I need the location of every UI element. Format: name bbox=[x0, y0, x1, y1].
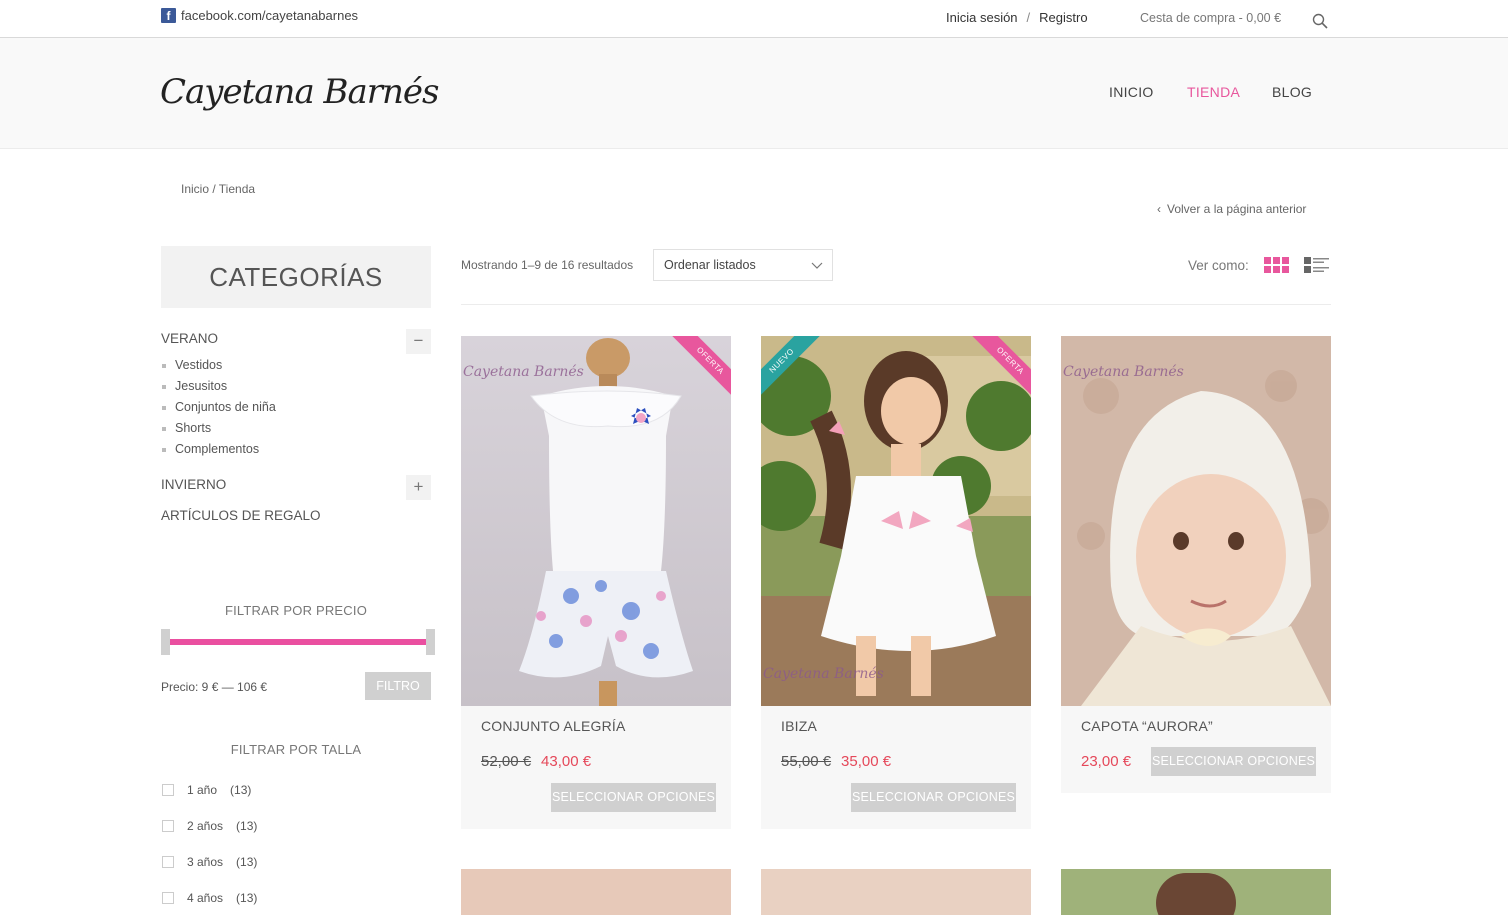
product-prices: 23,00 € bbox=[1081, 753, 1131, 770]
nav-inicio[interactable]: INICIO bbox=[1109, 84, 1154, 100]
top-bar: f facebook.com/cayetanabarnes Inicia ses… bbox=[0, 0, 1508, 38]
price-filter-title: FILTRAR POR PRECIO bbox=[224, 603, 368, 618]
back-link[interactable]: ‹ Volver a la página anterior bbox=[1157, 202, 1306, 216]
product-name[interactable]: IBIZA bbox=[781, 718, 817, 734]
site-logo[interactable]: Cayetana Barnés bbox=[160, 52, 439, 136]
logo-text: Cayetana Barnés bbox=[160, 72, 439, 112]
breadcrumb[interactable]: Inicio / Tienda bbox=[181, 182, 255, 196]
sale-price: 43,00 € bbox=[541, 753, 592, 770]
size-label: 2 años bbox=[187, 819, 224, 833]
subcategory-conjuntos[interactable]: Conjuntos de niña bbox=[162, 400, 276, 414]
checkbox[interactable] bbox=[162, 892, 174, 904]
watermark: Cayetana Barnés bbox=[763, 666, 884, 682]
select-options-button[interactable]: SELECCIONAR OPCIONES bbox=[551, 783, 716, 812]
price-range-label: Precio: 9 € — 106 € bbox=[161, 680, 268, 694]
subcategory-shorts[interactable]: Shorts bbox=[161, 421, 211, 435]
back-link-label: Volver a la página anterior bbox=[1167, 202, 1307, 216]
size-option[interactable]: 2 años (13) bbox=[162, 819, 257, 833]
register-link[interactable]: Registro bbox=[1039, 10, 1087, 25]
filter-button[interactable]: FILTRO bbox=[365, 672, 431, 700]
checkbox[interactable] bbox=[162, 820, 174, 832]
product-name[interactable]: CONJUNTO ALEGRÍA bbox=[481, 718, 626, 734]
select-options-button[interactable]: SELECCIONAR OPCIONES bbox=[1151, 747, 1316, 776]
product-image[interactable]: Cayetana Barnés OFERTA bbox=[461, 336, 731, 706]
size-count: (13) bbox=[236, 819, 258, 833]
categories-title: CATEGORÍAS bbox=[161, 246, 431, 308]
product-photo bbox=[1061, 336, 1331, 706]
site-header: Cayetana Barnés INICIO TIENDA BLOG bbox=[0, 38, 1508, 149]
product-card[interactable] bbox=[761, 869, 1031, 915]
price-slider-min-handle[interactable] bbox=[161, 629, 170, 655]
expand-icon[interactable]: + bbox=[406, 475, 431, 500]
product-name[interactable]: CAPOTA “AURORA” bbox=[1081, 718, 1213, 734]
category-regalo[interactable]: ARTÍCULOS DE REGALO bbox=[161, 508, 321, 523]
product-prices: 55,00 € 35,00 € bbox=[781, 753, 891, 770]
facebook-icon: f bbox=[161, 8, 176, 23]
watermark: Cayetana Barnés bbox=[463, 364, 584, 380]
nav-blog[interactable]: BLOG bbox=[1272, 84, 1312, 100]
size-count: (13) bbox=[236, 855, 258, 869]
old-price: 52,00 € bbox=[481, 753, 532, 770]
size-option[interactable]: 4 años (13) bbox=[162, 891, 257, 905]
category-verano[interactable]: VERANO bbox=[161, 331, 218, 346]
sale-price: 23,00 € bbox=[1081, 753, 1132, 770]
size-option[interactable]: 1 año (13) bbox=[162, 783, 251, 797]
size-count: (13) bbox=[230, 783, 252, 797]
size-option[interactable]: 3 años (13) bbox=[162, 855, 257, 869]
product-photo bbox=[761, 336, 1031, 706]
old-price: 55,00 € bbox=[781, 753, 832, 770]
product-card[interactable] bbox=[461, 869, 731, 915]
toolbar-divider bbox=[461, 304, 1331, 305]
product-image[interactable]: Cayetana Barnés NUEVO OFERTA bbox=[761, 336, 1031, 706]
sort-select[interactable]: Ordenar listados bbox=[653, 249, 833, 281]
price-slider[interactable] bbox=[161, 629, 435, 655]
sale-price: 35,00 € bbox=[841, 753, 892, 770]
size-label: 3 años bbox=[187, 855, 224, 869]
product-card[interactable] bbox=[1061, 869, 1331, 915]
product-card[interactable]: Cayetana Barnés NUEVO OFERTA IBIZA 55,00… bbox=[761, 336, 1031, 829]
search-icon[interactable] bbox=[1312, 13, 1328, 29]
login-link[interactable]: Inicia sesión bbox=[946, 10, 1018, 25]
view-as-label: Ver como: bbox=[1188, 258, 1249, 273]
facebook-text: facebook.com/cayetanabarnes bbox=[181, 8, 359, 23]
account-separator: / bbox=[1026, 10, 1031, 25]
chevron-left-icon: ‹ bbox=[1157, 202, 1161, 216]
size-label: 1 año bbox=[187, 783, 218, 797]
product-image[interactable]: Cayetana Barnés bbox=[1061, 336, 1331, 706]
category-invierno[interactable]: INVIERNO bbox=[161, 477, 226, 492]
checkbox[interactable] bbox=[162, 856, 174, 868]
list-view-icon[interactable] bbox=[1304, 257, 1329, 273]
size-count: (13) bbox=[236, 891, 258, 905]
size-label: 4 años bbox=[187, 891, 224, 905]
subcategory-jesusitos[interactable]: Jesusitos bbox=[161, 379, 227, 393]
product-card[interactable]: Cayetana Barnés OFERTA CONJUNTO ALEGRÍA … bbox=[461, 336, 731, 829]
collapse-icon[interactable]: − bbox=[406, 329, 431, 354]
product-card[interactable]: Cayetana Barnés CAPOTA “AURORA” 23,00 € … bbox=[1061, 336, 1331, 793]
account-links: Inicia sesión / Registro bbox=[946, 10, 1088, 25]
checkbox[interactable] bbox=[162, 784, 174, 796]
subcategory-vestidos[interactable]: Vestidos bbox=[161, 358, 222, 372]
grid-view-icon[interactable] bbox=[1264, 257, 1289, 273]
price-slider-max-handle[interactable] bbox=[426, 629, 435, 655]
subcategory-complementos[interactable]: Complementos bbox=[161, 442, 259, 456]
nav-tienda[interactable]: TIENDA bbox=[1187, 84, 1240, 100]
product-photo bbox=[461, 336, 731, 706]
price-slider-range bbox=[165, 639, 431, 645]
product-photo bbox=[1156, 873, 1236, 915]
sort-select-value: Ordenar listados bbox=[664, 258, 756, 272]
cart-link[interactable]: Cesta de compra - 0,00 € bbox=[1140, 11, 1281, 25]
select-options-button[interactable]: SELECCIONAR OPCIONES bbox=[851, 783, 1016, 812]
results-count: Mostrando 1–9 de 16 resultados bbox=[461, 258, 634, 272]
facebook-link[interactable]: f facebook.com/cayetanabarnes bbox=[161, 8, 358, 23]
watermark: Cayetana Barnés bbox=[1063, 364, 1184, 380]
product-prices: 52,00 € 43,00 € bbox=[481, 753, 591, 770]
chevron-down-icon bbox=[811, 262, 823, 269]
size-filter-title: FILTRAR POR TALLA bbox=[230, 742, 362, 757]
